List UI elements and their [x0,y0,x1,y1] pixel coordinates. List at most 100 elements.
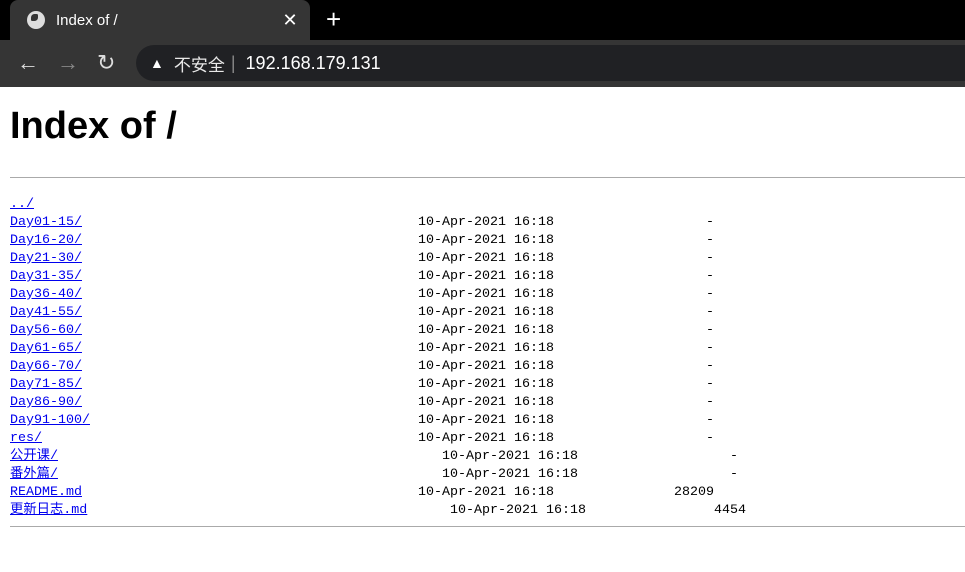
name-cell: Day01-15/ [10,214,418,232]
list-item: 更新日志.md 10-Apr-2021 16:18 4454 [10,502,965,520]
url-text[interactable]: 192.168.179.131 [246,53,381,74]
modified-date: 10-Apr-2021 16:18 [418,485,554,500]
list-item: Day66-70/10-Apr-2021 16:18 - [10,358,965,376]
name-cell: res/ [10,430,418,448]
arrow-left-icon[interactable]: ← [17,50,39,76]
file-size: - [706,251,714,266]
file-size: - [706,269,714,284]
file-link[interactable]: 番外篇/ [10,467,58,482]
page-title: Index of / [10,105,177,147]
modified-date: 10-Apr-2021 16:18 [418,377,554,392]
divider: | [230,52,236,73]
list-item: Day36-40/10-Apr-2021 16:18 - [10,286,965,304]
name-cell: README.md [10,484,418,502]
file-size: - [706,359,714,374]
name-cell: Day41-55/ [10,304,418,322]
modified-date: 10-Apr-2021 16:18 [418,395,554,410]
name-cell: Day66-70/ [10,358,418,376]
file-size: - [706,233,714,248]
browser-toolbar: ← → ↻ ▲ 不安全 | 192.168.179.131 [0,40,965,87]
file-size: 28209 [674,485,714,500]
file-link[interactable]: 更新日志.md [10,503,87,518]
list-item: Day01-15/10-Apr-2021 16:18 - [10,214,965,232]
list-item: Day21-30/10-Apr-2021 16:18 - [10,250,965,268]
file-link[interactable]: Day56-60/ [10,323,82,338]
name-cell: Day91-100/ [10,412,418,430]
modified-date: 10-Apr-2021 16:18 [418,413,554,428]
tab-strip: Index of / ✕ + [0,0,965,40]
file-size: - [706,395,714,410]
file-size: - [706,305,714,320]
warning-triangle-icon[interactable]: ▲ [150,55,164,71]
name-cell: Day86-90/ [10,394,418,412]
file-link[interactable]: 公开课/ [10,449,58,464]
list-item: res/10-Apr-2021 16:18 - [10,430,965,448]
name-cell: 更新日志.md [10,502,450,520]
list-item: Day91-100/10-Apr-2021 16:18 - [10,412,965,430]
address-bar[interactable]: ▲ 不安全 | 192.168.179.131 [136,45,965,81]
name-cell: Day16-20/ [10,232,418,250]
globe-icon [27,11,45,29]
name-cell: Day61-65/ [10,340,418,358]
browser-tab[interactable]: Index of / ✕ [10,0,310,40]
modified-date: 10-Apr-2021 16:18 [418,215,554,230]
security-label[interactable]: 不安全 [174,51,225,76]
list-item: Day16-20/10-Apr-2021 16:18 - [10,232,965,250]
file-link[interactable]: Day41-55/ [10,305,82,320]
file-size: - [730,449,738,464]
file-size: - [706,413,714,428]
file-link[interactable]: Day86-90/ [10,395,82,410]
name-cell: Day56-60/ [10,322,418,340]
parent-directory-link[interactable]: ../ [10,196,34,214]
list-item: Day61-65/10-Apr-2021 16:18 - [10,340,965,358]
file-link[interactable]: Day71-85/ [10,377,82,392]
name-cell: 公开课/ [10,448,442,466]
name-cell: Day31-35/ [10,268,418,286]
tab-title: Index of / [56,11,118,29]
file-size: - [730,467,738,482]
list-item: README.md 10-Apr-2021 16:18 28209 [10,484,965,502]
file-size: - [706,377,714,392]
modified-date: 10-Apr-2021 16:18 [450,503,586,518]
modified-date: 10-Apr-2021 16:18 [418,305,554,320]
close-icon[interactable]: ✕ [278,10,302,31]
list-item: Day56-60/10-Apr-2021 16:18 - [10,322,965,340]
file-link[interactable]: Day91-100/ [10,413,90,428]
modified-date: 10-Apr-2021 16:18 [418,233,554,248]
modified-date: 10-Apr-2021 16:18 [442,449,578,464]
file-link[interactable]: res/ [10,431,42,446]
file-link[interactable]: Day66-70/ [10,359,82,374]
plus-icon[interactable]: + [326,4,341,35]
modified-date: 10-Apr-2021 16:18 [418,323,554,338]
file-size: - [706,341,714,356]
file-link[interactable]: Day16-20/ [10,233,82,248]
modified-date: 10-Apr-2021 16:18 [418,251,554,266]
divider [10,526,965,527]
file-size: - [706,215,714,230]
divider [10,177,965,178]
name-cell: Day36-40/ [10,286,418,304]
file-listing: ../ Day01-15/10-Apr-2021 16:18- Day16-20/… [10,196,965,520]
file-link[interactable]: README.md [10,485,82,500]
name-cell: Day71-85/ [10,376,418,394]
file-link[interactable]: Day01-15/ [10,215,82,230]
list-item: Day71-85/10-Apr-2021 16:18 - [10,376,965,394]
name-cell: Day21-30/ [10,250,418,268]
file-link[interactable]: Day61-65/ [10,341,82,356]
file-size: 4454 [714,503,746,518]
list-item: Day41-55/10-Apr-2021 16:18 - [10,304,965,322]
reload-icon[interactable]: ↻ [97,50,115,76]
file-size: - [706,323,714,338]
list-item: Day31-35/10-Apr-2021 16:18 - [10,268,965,286]
name-cell: 番外篇/ [10,466,442,484]
modified-date: 10-Apr-2021 16:18 [418,341,554,356]
modified-date: 10-Apr-2021 16:18 [418,269,554,284]
file-link[interactable]: Day36-40/ [10,287,82,302]
arrow-right-icon[interactable]: → [57,50,79,76]
list-item: 番外篇/10-Apr-2021 16:18 - [10,466,965,484]
modified-date: 10-Apr-2021 16:18 [418,431,554,446]
modified-date: 10-Apr-2021 16:18 [442,467,578,482]
list-item: Day86-90/10-Apr-2021 16:18 - [10,394,965,412]
file-link[interactable]: Day31-35/ [10,269,82,284]
file-link[interactable]: Day21-30/ [10,251,82,266]
